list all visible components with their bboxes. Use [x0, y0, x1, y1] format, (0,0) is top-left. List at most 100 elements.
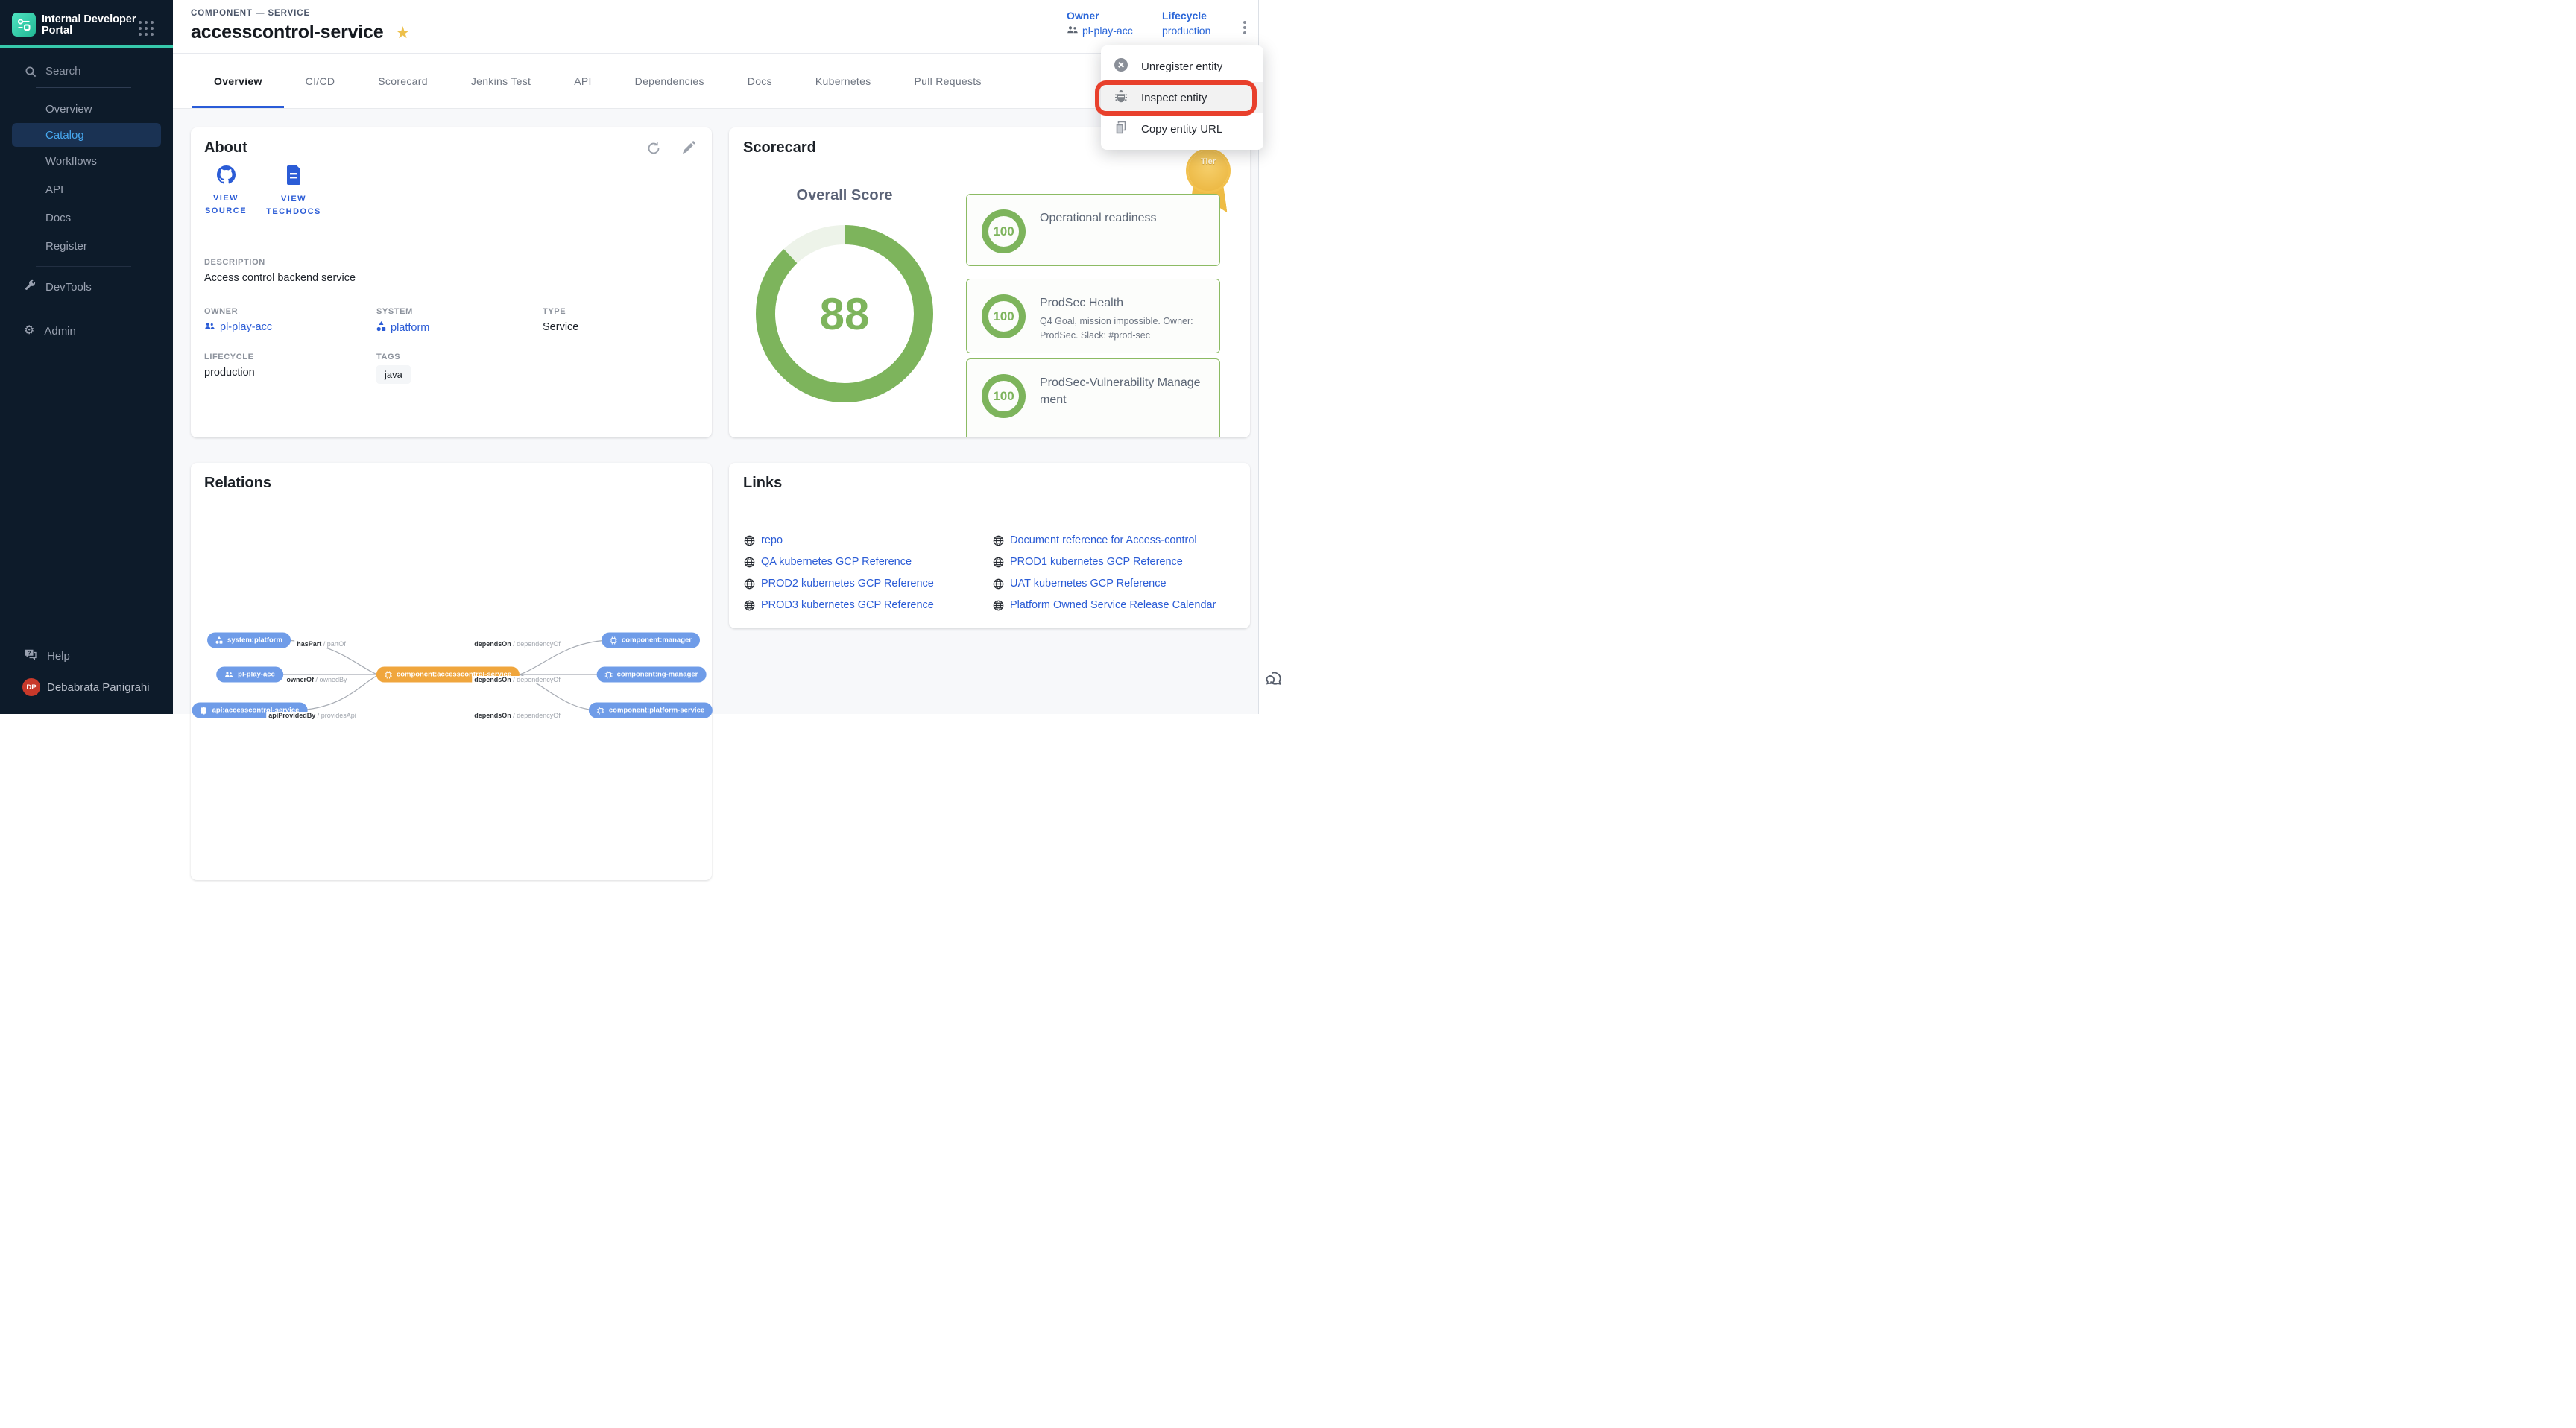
sidebar-item-api[interactable]: API — [0, 175, 173, 203]
edge-label: ownerOf / ownedBy — [284, 676, 349, 683]
lifecycle-field: LIFECYCLE production — [204, 353, 376, 384]
score-ring: 100 — [982, 209, 1026, 253]
scorecard-title: Scorecard — [743, 139, 816, 157]
sidebar: Internal Developer Portal Search Overvie… — [0, 0, 173, 714]
tab-pull-requests[interactable]: Pull Requests — [893, 54, 1003, 108]
link-prod3-k8s[interactable]: PROD3 kubernetes GCP Reference — [744, 599, 993, 611]
view-source-button[interactable]: VIEW SOURCE — [192, 165, 259, 218]
link-release-calendar[interactable]: Platform Owned Service Release Calendar — [993, 599, 1216, 611]
feedback-chat-icon[interactable] — [1264, 669, 1284, 692]
relation-node-component[interactable]: component:platform-service — [589, 703, 713, 718]
view-techdocs-button[interactable]: VIEW TECHDOCS — [260, 165, 327, 218]
menu-item-unregister-entity[interactable]: Unregister entity — [1101, 51, 1263, 82]
github-icon — [217, 165, 236, 188]
type-field: TYPE Service — [543, 307, 692, 335]
page-title: accesscontrol-service — [191, 22, 383, 43]
relation-node-component[interactable]: component:manager — [602, 633, 700, 648]
tab-api[interactable]: API — [552, 54, 613, 108]
sidebar-nav: Overview Catalog Workflows API Docs Regi… — [0, 95, 173, 345]
links-column-right: Document reference for Access-control PR… — [993, 534, 1216, 611]
sidebar-accent-bar — [0, 45, 173, 48]
sidebar-item-workflows[interactable]: Workflows — [0, 147, 173, 175]
tag-chip[interactable]: java — [376, 365, 411, 384]
link-prod2-k8s[interactable]: PROD2 kubernetes GCP Reference — [744, 578, 993, 590]
edge-label: dependsOn / dependencyOf — [472, 640, 563, 648]
apps-grid-icon[interactable] — [138, 20, 154, 37]
search-icon — [25, 66, 37, 82]
gear-icon: ⚙ — [24, 325, 34, 337]
group-icon — [1067, 25, 1079, 37]
description-field: DESCRIPTION Access control backend servi… — [204, 258, 356, 284]
link-qa-k8s[interactable]: QA kubernetes GCP Reference — [744, 556, 993, 568]
refresh-icon[interactable] — [646, 141, 661, 156]
system-icon — [376, 321, 386, 335]
about-title: About — [204, 139, 247, 157]
sidebar-item-catalog[interactable]: Catalog — [12, 123, 161, 147]
tab-dependencies[interactable]: Dependencies — [613, 54, 726, 108]
description-value: Access control backend service — [204, 272, 356, 284]
edge-label: apiProvidedBy / providesApi — [266, 712, 359, 719]
cancel-circle-icon — [1114, 57, 1128, 75]
link-repo[interactable]: repo — [744, 534, 993, 546]
help-chat-icon: ? — [24, 648, 37, 664]
sidebar-item-admin[interactable]: ⚙ Admin — [0, 317, 173, 345]
owner-meta: Owner pl-play-acc — [1067, 10, 1133, 37]
tab-jenkins-test[interactable]: Jenkins Test — [449, 54, 552, 108]
page: Internal Developer Portal Search Overvie… — [0, 0, 1288, 714]
link-prod1-k8s[interactable]: PROD1 kubernetes GCP Reference — [993, 556, 1216, 568]
scorecard-item[interactable]: 100 ProdSec Health Q4 Goal, mission impo… — [966, 279, 1220, 353]
edit-pencil-icon[interactable] — [681, 141, 695, 156]
system-value-link[interactable]: platform — [376, 321, 543, 335]
score-ring: 100 — [982, 294, 1026, 338]
menu-item-inspect-entity[interactable]: Inspect entity — [1101, 82, 1263, 113]
techdocs-icon — [286, 165, 302, 189]
sidebar-search[interactable]: Search — [45, 65, 81, 78]
sidebar-item-overview[interactable]: Overview — [0, 95, 173, 123]
scorecard-item[interactable]: 100 Operational readiness — [966, 194, 1220, 266]
tab-scorecard[interactable]: Scorecard — [356, 54, 449, 108]
tab-cicd[interactable]: CI/CD — [284, 54, 357, 108]
app-logo-icon — [12, 13, 36, 37]
sidebar-item-help[interactable]: ? Help — [0, 641, 173, 671]
user-profile[interactable]: DP Debabrata Panigrahi — [0, 671, 173, 704]
copy-icon — [1114, 120, 1128, 138]
owner-field: OWNER pl-play-acc — [204, 307, 376, 335]
svg-text:?: ? — [28, 650, 31, 657]
relation-node-group[interactable]: pl-play-acc — [216, 667, 283, 683]
about-card: About — [191, 127, 712, 437]
owner-value-link[interactable]: pl-play-acc — [204, 321, 376, 333]
links-title: Links — [743, 475, 782, 492]
link-doc-reference[interactable]: Document reference for Access-control — [993, 534, 1216, 546]
tags-field: TAGS java — [376, 353, 543, 384]
tab-kubernetes[interactable]: Kubernetes — [794, 54, 893, 108]
tab-overview[interactable]: Overview — [192, 54, 284, 108]
nav-divider — [36, 266, 131, 267]
owner-link[interactable]: pl-play-acc — [1067, 25, 1133, 37]
sidebar-footer: ? Help DP Debabrata Panigrahi — [0, 641, 173, 704]
overall-score-value: 88 — [756, 225, 933, 402]
sidebar-item-devtools[interactable]: DevTools — [0, 273, 173, 301]
relations-card: Relations system:platform — [191, 463, 712, 880]
scorecard-item[interactable]: 100 ProdSec-Vulnerability Management — [966, 358, 1220, 437]
user-avatar: DP — [22, 678, 40, 696]
favorite-star-icon[interactable]: ★ — [395, 25, 410, 41]
links-column-left: repo QA kubernetes GCP Reference PROD2 k… — [744, 534, 993, 611]
relation-node-component[interactable]: component:ng-manager — [597, 667, 707, 683]
overall-score-label: Overall Score — [740, 187, 949, 204]
entity-kind-breadcrumb: COMPONENT — SERVICE — [191, 9, 310, 18]
bug-icon — [1114, 89, 1128, 107]
entity-tabs: Overview CI/CD Scorecard Jenkins Test AP… — [173, 54, 1258, 109]
menu-item-copy-entity-url[interactable]: Copy entity URL — [1101, 113, 1263, 145]
sidebar-item-register[interactable]: Register — [0, 232, 173, 260]
entity-header: COMPONENT — SERVICE accesscontrol-servic… — [173, 0, 1258, 54]
sidebar-item-docs[interactable]: Docs — [0, 203, 173, 232]
sidebar-header: Internal Developer Portal — [0, 0, 173, 45]
relation-node-system[interactable]: system:platform — [207, 633, 291, 648]
lifecycle-meta: Lifecycle production — [1162, 10, 1210, 37]
link-uat-k8s[interactable]: UAT kubernetes GCP Reference — [993, 578, 1216, 590]
entity-context-menu: Unregister entity Inspect entity Copy en… — [1101, 45, 1263, 150]
tab-docs[interactable]: Docs — [726, 54, 794, 108]
relations-graph: system:platform pl-play-acc api:accessco… — [191, 463, 712, 880]
lifecycle-value: production — [1162, 25, 1210, 37]
more-options-kebab-icon[interactable] — [1236, 16, 1254, 39]
